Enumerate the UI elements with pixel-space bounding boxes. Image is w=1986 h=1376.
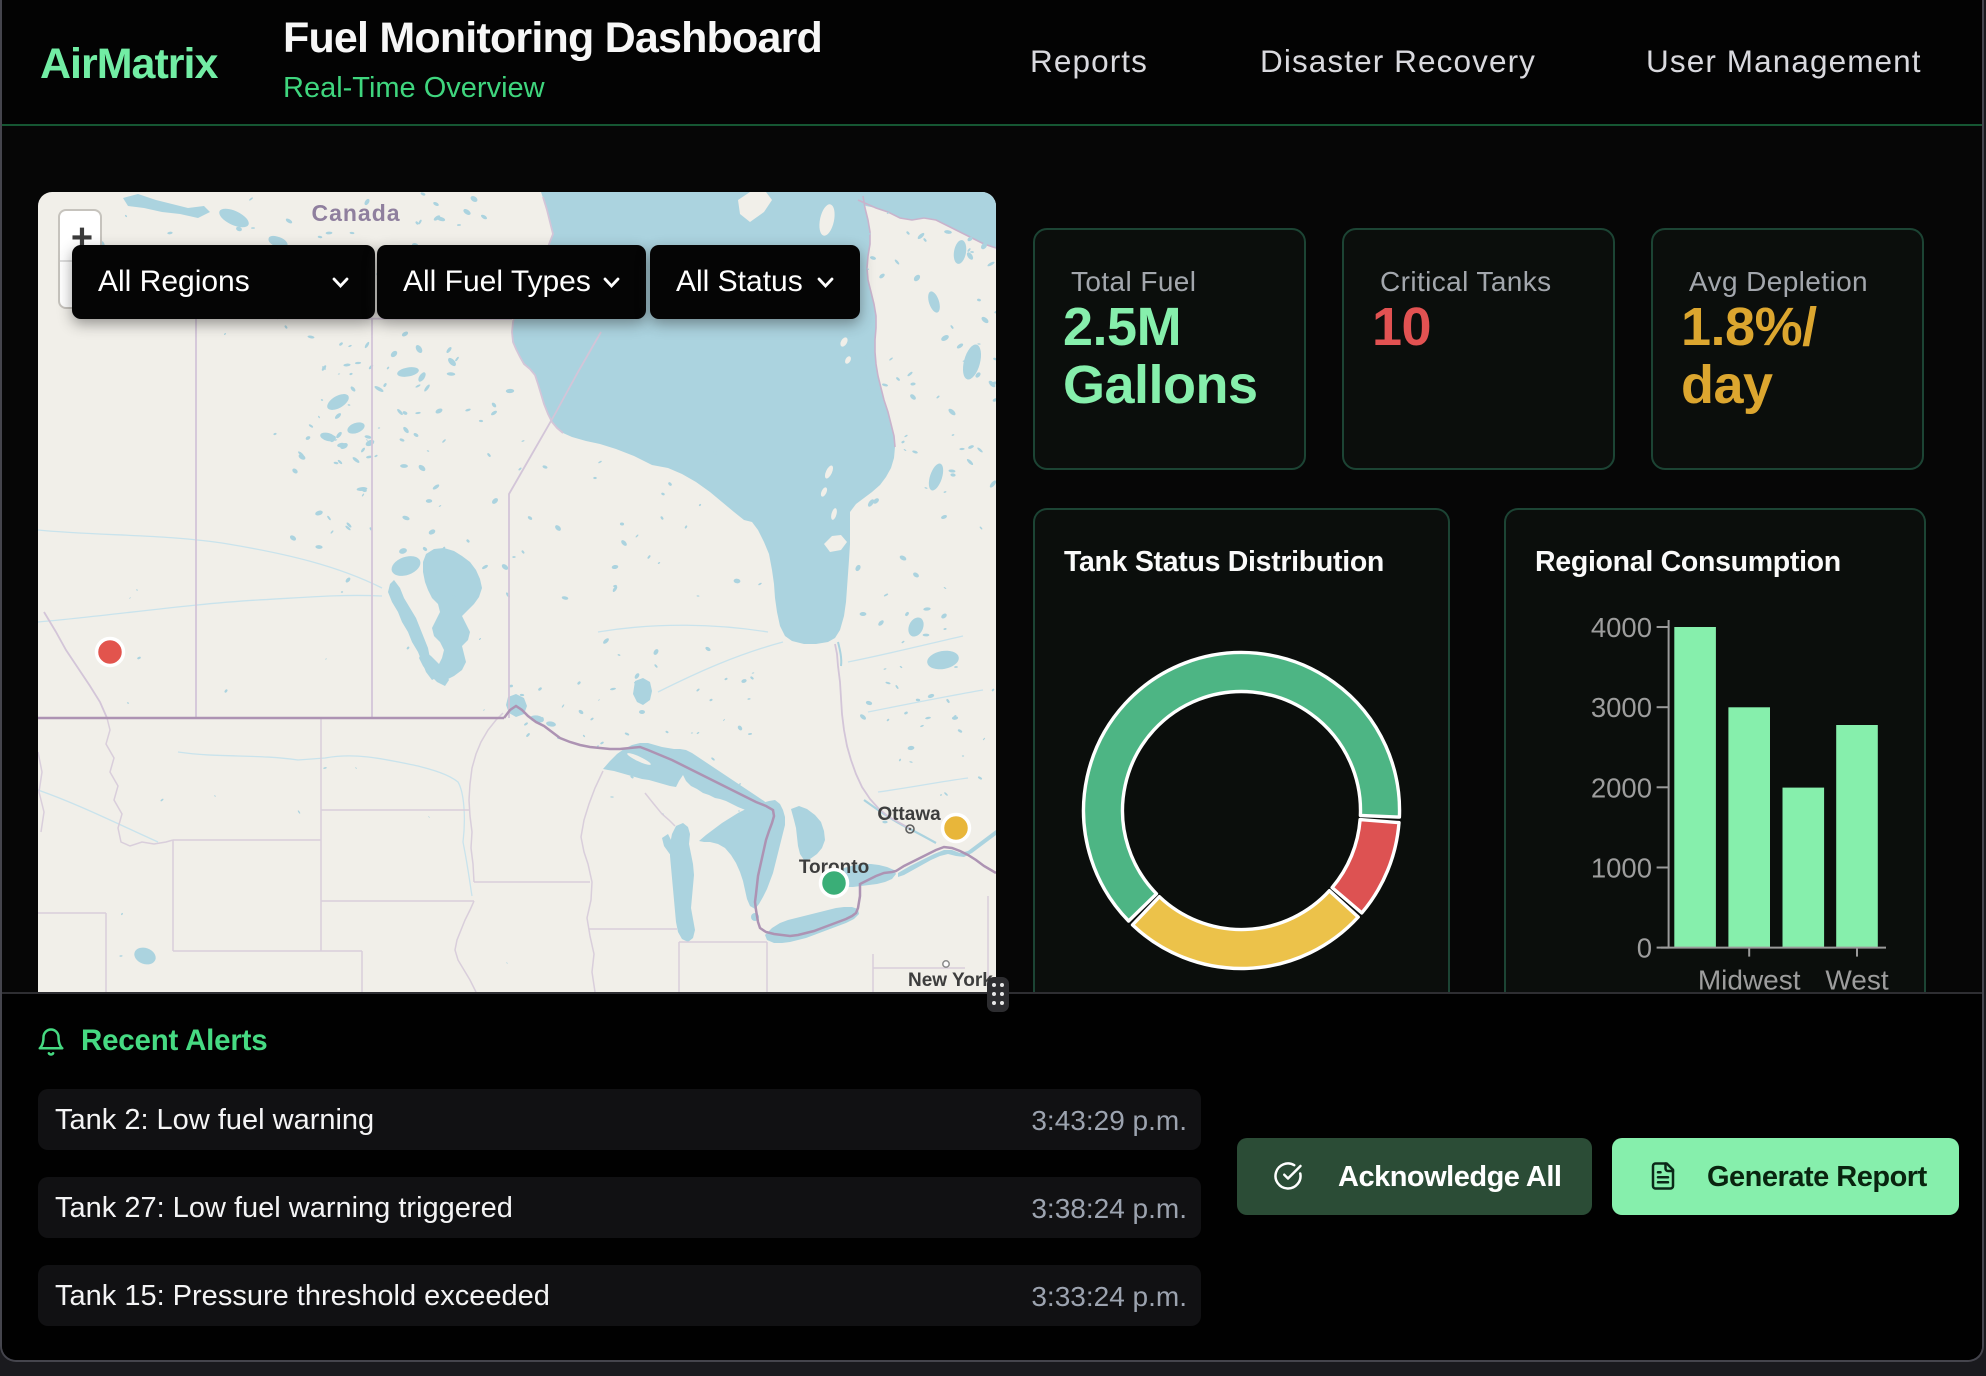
svg-text:West: West [1825,965,1888,992]
svg-text:1000: 1000 [1591,853,1652,884]
svg-text:New York: New York [908,970,993,991]
svg-text:Ottawa: Ottawa [877,804,941,825]
svg-text:3000: 3000 [1591,692,1652,723]
svg-text:2000: 2000 [1591,772,1652,803]
svg-text:4000: 4000 [1591,612,1652,643]
svg-text:Midwest: Midwest [1698,965,1801,992]
svg-text:0: 0 [1637,933,1652,964]
svg-text:Canada: Canada [311,200,400,226]
